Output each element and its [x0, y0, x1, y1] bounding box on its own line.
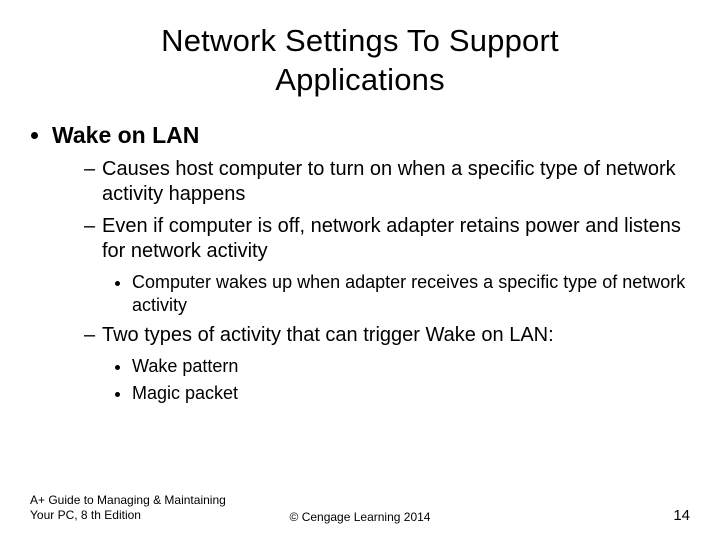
title-line-1: Network Settings To Support	[161, 23, 559, 58]
slide-title: Network Settings To Support Applications	[0, 0, 720, 100]
slide-footer: A+ Guide to Managing & Maintaining Your …	[30, 493, 690, 524]
sub-bullet-1: Causes host computer to turn on when a s…	[84, 157, 690, 208]
footer-copyright: © Cengage Learning 2014	[290, 510, 431, 524]
slide: Network Settings To Support Applications…	[0, 0, 720, 540]
sub-sub-bullet-magic-packet: Magic packet	[132, 382, 690, 405]
sub-bullet-3: Two types of activity that can trigger W…	[84, 323, 690, 405]
bullet-list-level1: Wake on LAN Causes host computer to turn…	[30, 122, 690, 405]
bullet-list-level3-a: Computer wakes up when adapter receives …	[102, 271, 690, 317]
sub-sub-bullet-wake-pattern: Wake pattern	[132, 355, 690, 378]
bullet-list-level3-b: Wake pattern Magic packet	[102, 355, 690, 405]
title-line-2: Applications	[275, 62, 445, 97]
sub-bullet-3-text: Two types of activity that can trigger W…	[102, 324, 554, 346]
slide-content: Wake on LAN Causes host computer to turn…	[0, 100, 720, 405]
footer-page-number: 14	[673, 507, 690, 524]
bullet-wake-on-lan: Wake on LAN Causes host computer to turn…	[52, 122, 690, 405]
sub-bullet-2: Even if computer is off, network adapter…	[84, 214, 690, 317]
footer-book-title: A+ Guide to Managing & Maintaining Your …	[30, 493, 250, 524]
bullet-wake-on-lan-label: Wake on LAN	[52, 122, 199, 148]
bullet-list-level2: Causes host computer to turn on when a s…	[52, 157, 690, 405]
sub-bullet-2-text: Even if computer is off, network adapter…	[102, 215, 681, 263]
sub-sub-bullet-1: Computer wakes up when adapter receives …	[132, 271, 690, 317]
